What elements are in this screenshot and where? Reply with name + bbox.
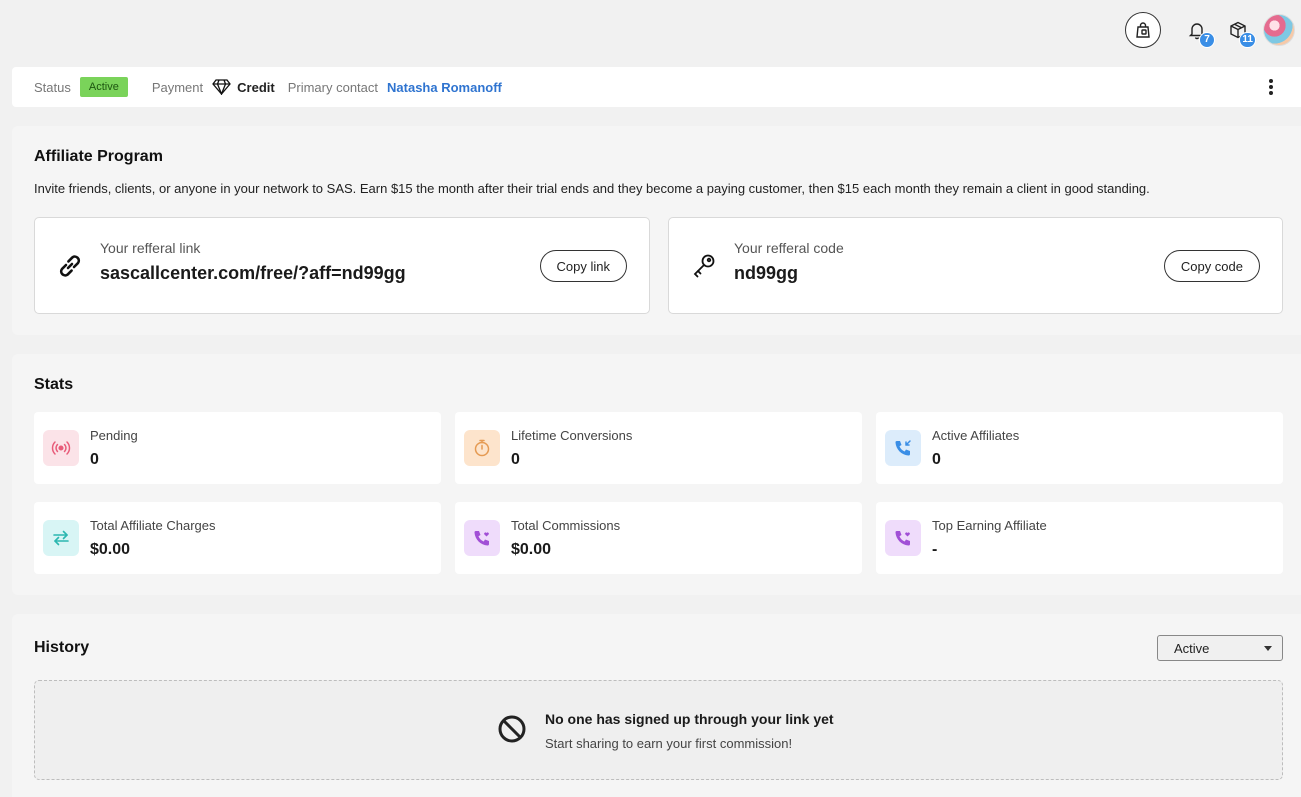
- affiliate-program-section: Affiliate Program Invite friends, client…: [12, 126, 1301, 335]
- primary-contact-link[interactable]: Natasha Romanoff: [387, 80, 502, 95]
- key-icon: [693, 254, 715, 278]
- stat-icon-bg: [43, 430, 79, 466]
- stat-value: $0.00: [90, 541, 131, 558]
- stat-card-lifetime-conversions: Lifetime Conversions 0: [455, 412, 862, 484]
- stat-label: Pending: [90, 428, 138, 443]
- phone-heart-icon: [474, 531, 489, 546]
- diamond-icon: [212, 79, 231, 95]
- top-bar: 7 11: [1125, 11, 1295, 49]
- stat-card-total-commissions: Total Commissions $0.00: [455, 502, 862, 574]
- stat-card-total-affiliate-charges: Total Affiliate Charges $0.00: [34, 502, 441, 574]
- payment-method: Credit: [237, 79, 275, 95]
- stat-card-top-earning-affiliate: Top Earning Affiliate -: [876, 502, 1283, 574]
- stat-icon-bg: [885, 520, 921, 556]
- store-lock-button[interactable]: [1125, 12, 1161, 48]
- stat-label: Active Affiliates: [932, 428, 1020, 443]
- notifications-button[interactable]: 7: [1181, 14, 1215, 48]
- stat-value: 0: [90, 451, 99, 468]
- chevron-down-icon: [1264, 646, 1272, 651]
- notifications-badge: 7: [1199, 32, 1215, 48]
- stat-value: $0.00: [511, 541, 552, 558]
- payment-value: Credit: [212, 79, 275, 95]
- avatar[interactable]: [1263, 14, 1295, 46]
- stat-value: 0: [932, 451, 941, 468]
- referral-link-label: Your refferal link: [100, 240, 201, 256]
- packages-button[interactable]: 11: [1222, 14, 1256, 48]
- stat-value: -: [932, 541, 938, 558]
- stat-label: Lifetime Conversions: [511, 428, 633, 443]
- account-status-bar: Status Active Payment Credit Primary con…: [12, 67, 1301, 107]
- copy-code-button[interactable]: Copy code: [1163, 250, 1260, 282]
- status-badge: Active: [79, 77, 128, 97]
- referral-code-card: Your refferal code nd99gg Copy code: [668, 217, 1283, 314]
- affiliate-title: Affiliate Program: [34, 148, 163, 165]
- phone-heart-icon: [895, 531, 910, 546]
- history-title: History: [34, 639, 90, 656]
- payment-label: Payment: [151, 79, 204, 95]
- prohibited-icon: [498, 715, 526, 743]
- stat-icon-bg: [464, 520, 500, 556]
- referral-link-card: Your refferal link sascallcenter.com/fre…: [34, 217, 650, 314]
- swap-arrows-icon: [53, 530, 69, 546]
- stopwatch-icon: [474, 439, 490, 457]
- store-lock-icon: [1136, 22, 1150, 38]
- primary-contact-label: Primary contact: [287, 79, 379, 95]
- stats-title: Stats: [34, 376, 74, 393]
- referral-link-value: sascallcenter.com/free/?aff=nd99gg: [100, 263, 406, 283]
- stat-label: Top Earning Affiliate: [932, 518, 1047, 533]
- copy-link-button[interactable]: Copy link: [539, 250, 627, 282]
- affiliate-description: Invite friends, clients, or anyone in yo…: [34, 181, 1150, 196]
- stat-icon-bg: [885, 430, 921, 466]
- stat-card-active-affiliates: Active Affiliates 0: [876, 412, 1283, 484]
- incoming-call-icon: [895, 440, 911, 456]
- referral-code-value: nd99gg: [734, 263, 799, 283]
- link-icon: [59, 255, 81, 277]
- history-filter-select[interactable]: Active: [1157, 635, 1283, 661]
- empty-state-title: No one has signed up through your link y…: [545, 711, 834, 727]
- referral-code-label: Your refferal code: [734, 240, 844, 256]
- status-label: Status: [34, 79, 71, 95]
- stat-icon-bg: [464, 430, 500, 466]
- stat-label: Total Commissions: [511, 518, 621, 533]
- stats-section: Stats Pending 0 Lifetime Conversions 0 A…: [12, 354, 1301, 595]
- history-empty-state: No one has signed up through your link y…: [34, 680, 1283, 780]
- stat-card-pending: Pending 0: [34, 412, 441, 484]
- history-section: History Active No one has signed up thro…: [12, 614, 1301, 797]
- stat-label: Total Affiliate Charges: [90, 518, 216, 533]
- history-filter-value: Active: [1174, 641, 1210, 656]
- empty-state-subtitle: Start sharing to earn your first commiss…: [545, 736, 793, 751]
- stat-icon-bg: [43, 520, 79, 556]
- stat-value: 0: [511, 451, 520, 468]
- packages-badge: 11: [1239, 32, 1256, 48]
- more-options-icon[interactable]: [1269, 79, 1273, 95]
- broadcast-icon: [51, 441, 71, 455]
